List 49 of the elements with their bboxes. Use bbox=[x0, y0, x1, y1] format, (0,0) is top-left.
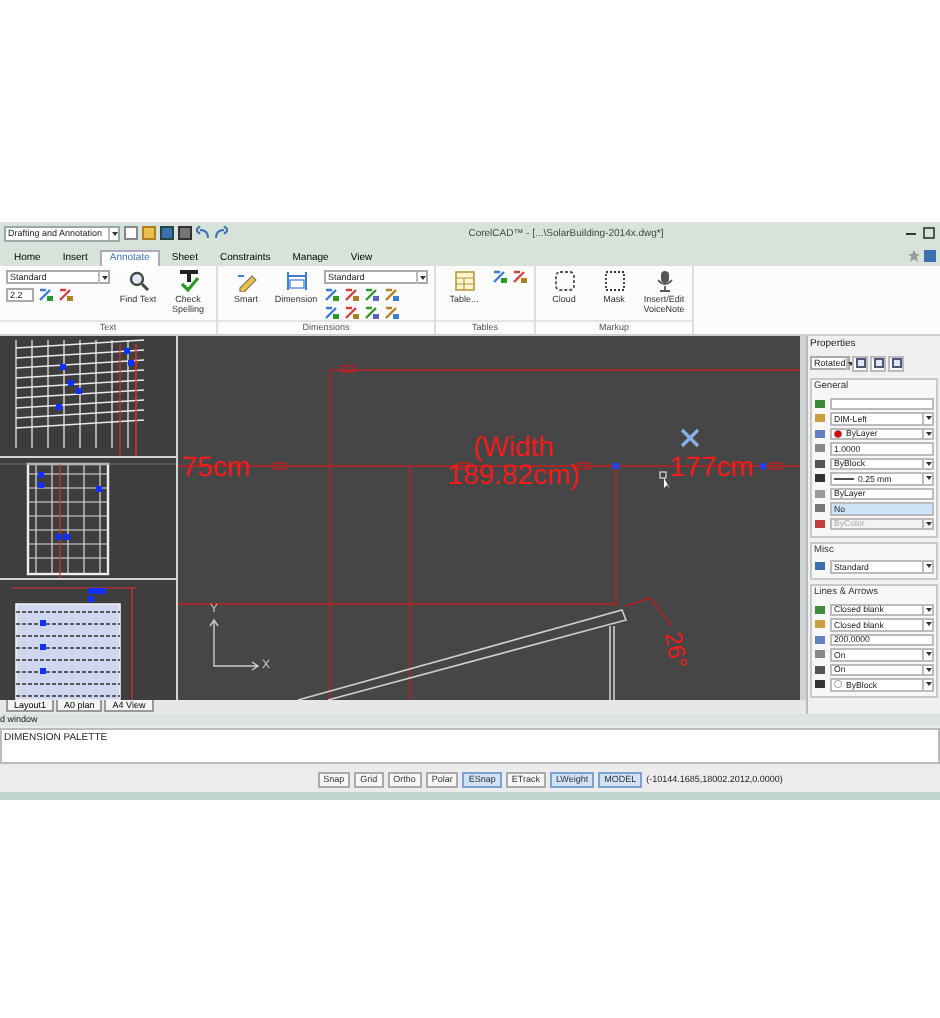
dropdown-arrow-icon bbox=[925, 564, 931, 569]
line-preview bbox=[834, 475, 854, 482]
ucs-axes-icon bbox=[209, 618, 260, 671]
redo-icon[interactable] bbox=[214, 226, 228, 240]
pencil-icon bbox=[235, 270, 257, 292]
dropdown-arrow-icon bbox=[925, 667, 931, 672]
dropdown-arrow-icon bbox=[925, 521, 931, 526]
dropdown-arrow-icon bbox=[925, 652, 931, 657]
tool-icon[interactable] bbox=[344, 306, 360, 320]
property-icon bbox=[814, 560, 826, 573]
undo-icon[interactable] bbox=[196, 226, 210, 240]
tool-icon[interactable] bbox=[384, 306, 400, 320]
dropdown-arrow-icon bbox=[925, 607, 931, 612]
cursor-icon bbox=[659, 471, 670, 489]
grip-handle[interactable] bbox=[613, 463, 619, 469]
tool-icon[interactable] bbox=[324, 306, 340, 320]
dimension-text: 75cm bbox=[182, 452, 251, 480]
dropdown-arrow-icon bbox=[925, 622, 931, 627]
table-icon bbox=[453, 270, 475, 292]
dropdown-arrow-icon bbox=[925, 461, 931, 466]
tool-icon[interactable] bbox=[492, 270, 508, 284]
tool-icon[interactable] bbox=[38, 288, 54, 302]
dropdown-arrow-icon bbox=[101, 275, 107, 279]
tool-icon[interactable] bbox=[324, 288, 340, 302]
dropdown-arrow-icon bbox=[925, 431, 931, 436]
cloud-icon bbox=[553, 270, 575, 292]
tool-icon[interactable] bbox=[512, 270, 528, 284]
mask-icon bbox=[603, 270, 625, 292]
dropdown-arrow-icon bbox=[925, 476, 931, 481]
check-icon bbox=[177, 270, 199, 292]
microphone-icon bbox=[653, 270, 675, 292]
tool-icon[interactable] bbox=[364, 306, 380, 320]
tool-icon[interactable] bbox=[58, 288, 74, 302]
dropdown-arrow-icon bbox=[925, 682, 931, 687]
dimension-text: (Width 189.82cm) bbox=[445, 432, 583, 488]
tool-icon[interactable] bbox=[384, 288, 400, 302]
dimension-text: 26° bbox=[659, 629, 694, 671]
leader-line bbox=[625, 597, 673, 627]
maximize-icon[interactable] bbox=[922, 226, 936, 240]
property-field[interactable] bbox=[830, 397, 934, 410]
dropdown-arrow-icon bbox=[419, 275, 425, 279]
star-icon[interactable] bbox=[908, 249, 920, 261]
grip-handle[interactable] bbox=[760, 463, 766, 469]
dropdown-arrow-icon bbox=[111, 231, 117, 235]
tool-icon[interactable] bbox=[364, 288, 380, 302]
dropdown-arrow-icon bbox=[925, 416, 931, 421]
dimension-text: 177cm bbox=[670, 452, 755, 480]
tool-icon[interactable] bbox=[344, 288, 360, 302]
snap-marker-icon bbox=[680, 428, 700, 448]
